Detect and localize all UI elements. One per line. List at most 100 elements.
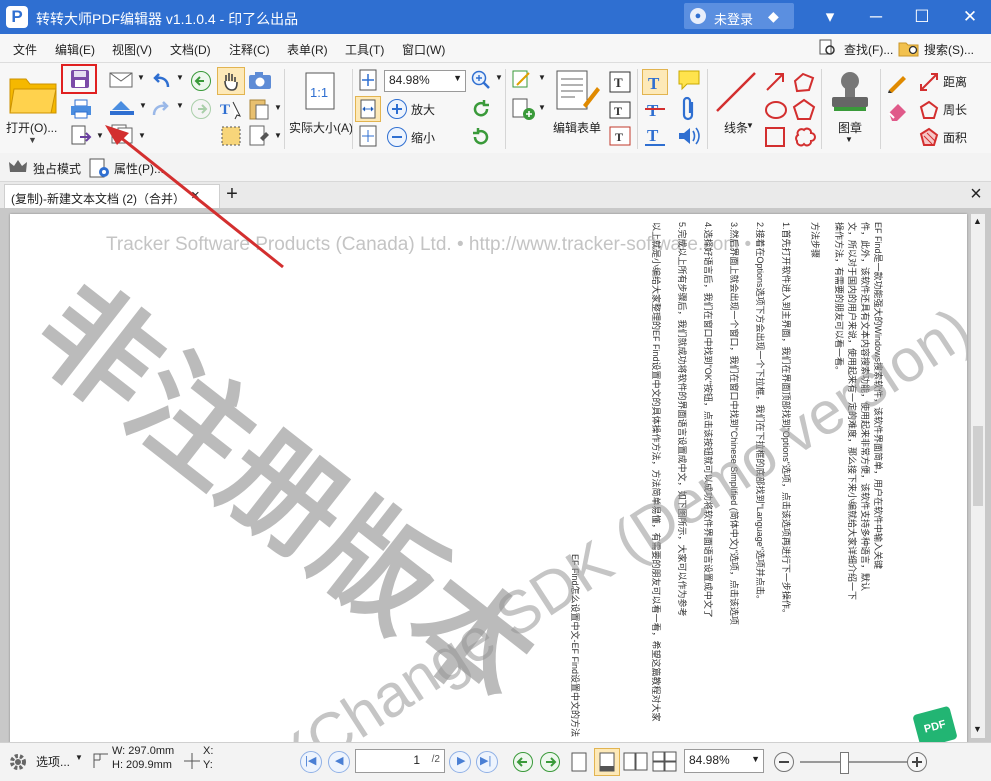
- callout-text-icon[interactable]: T: [608, 125, 632, 149]
- previous-page-button[interactable]: ◀: [328, 751, 350, 773]
- zoom-slider-track[interactable]: [800, 761, 908, 763]
- distance-icon[interactable]: [918, 71, 940, 93]
- scroll-up-icon[interactable]: ▲: [973, 216, 982, 226]
- gear-icon[interactable]: [8, 752, 28, 772]
- first-page-button[interactable]: |◀: [300, 751, 322, 773]
- ellipse-tool-icon[interactable]: [764, 99, 788, 121]
- chevron-down-icon[interactable]: ▼: [495, 73, 503, 82]
- scroll-down-icon[interactable]: ▼: [973, 724, 982, 734]
- email-icon[interactable]: [109, 71, 133, 89]
- typewriter-button[interactable]: T: [642, 69, 668, 95]
- edit-form-label[interactable]: 编辑表单: [553, 119, 601, 136]
- exclusive-mode-button[interactable]: 独占模式: [33, 160, 81, 177]
- chevron-down-icon[interactable]: ▼: [538, 73, 546, 82]
- chevron-down-icon[interactable]: ▼: [845, 135, 853, 144]
- stamp-icon[interactable]: [828, 69, 872, 113]
- menu-document[interactable]: 文档(D): [170, 41, 211, 58]
- hand-tool-button[interactable]: [217, 67, 245, 95]
- area-label[interactable]: 面积: [943, 129, 967, 146]
- pentagon-tool-icon[interactable]: [792, 98, 816, 122]
- chevron-down-icon[interactable]: ▼: [137, 73, 145, 82]
- single-page-icon[interactable]: [570, 751, 588, 773]
- pdf-page[interactable]: Tracker Software Products (Canada) Ltd. …: [10, 214, 967, 744]
- fit-width-button[interactable]: [355, 96, 381, 122]
- page-number-input[interactable]: 1 /2: [355, 749, 445, 773]
- menu-tools[interactable]: 工具(T): [345, 41, 384, 58]
- vertical-scrollbar[interactable]: ▲ ▼: [971, 214, 985, 738]
- printer-icon[interactable]: [70, 99, 92, 119]
- close-window-button[interactable]: ✕: [952, 0, 988, 34]
- chevron-down-icon[interactable]: ▼: [176, 101, 184, 110]
- perimeter-icon[interactable]: [918, 99, 940, 121]
- stamp-label[interactable]: 图章: [838, 119, 862, 136]
- menu-form[interactable]: 表单(R): [287, 41, 328, 58]
- chevron-down-icon[interactable]: ▼: [28, 135, 37, 145]
- undo-icon[interactable]: [150, 71, 172, 91]
- back-arrow-icon[interactable]: [190, 70, 212, 92]
- last-page-button[interactable]: ▶|: [476, 751, 498, 773]
- ink-fill-icon[interactable]: [109, 98, 135, 116]
- zoom-select[interactable]: 84.98% ▼: [384, 70, 466, 92]
- status-zoom-select[interactable]: 84.98% ▼: [684, 749, 764, 773]
- zoom-out-label[interactable]: 缩小: [411, 129, 435, 146]
- text-box-icon[interactable]: T: [608, 98, 632, 122]
- menu-dropdown-button[interactable]: ▾: [812, 0, 848, 34]
- actual-size-label[interactable]: 实际大小(A): [289, 119, 353, 136]
- zoom-out-icon[interactable]: [386, 126, 408, 148]
- edit-form-icon[interactable]: [555, 69, 601, 113]
- find-button[interactable]: 查找(F)...: [818, 38, 896, 58]
- arrow-tool-icon[interactable]: [764, 71, 786, 93]
- line-label[interactable]: 线条: [724, 119, 748, 136]
- document-export-icon[interactable]: [70, 125, 92, 147]
- perimeter-label[interactable]: 周长: [943, 101, 967, 118]
- underline-icon[interactable]: T: [644, 125, 666, 147]
- close-document-button[interactable]: ×: [965, 183, 987, 205]
- actual-size-icon[interactable]: 1:1: [304, 71, 336, 111]
- continuous-view-button[interactable]: [594, 748, 620, 776]
- zoom-in-label[interactable]: 放大: [411, 101, 435, 118]
- polygon-line-icon[interactable]: [792, 71, 816, 93]
- chevron-down-icon[interactable]: ▼: [538, 103, 546, 112]
- magnifier-icon[interactable]: [470, 69, 492, 91]
- zoom-in-icon[interactable]: [386, 98, 408, 120]
- status-zoom-out-icon[interactable]: [773, 751, 795, 773]
- history-forward-icon[interactable]: [539, 751, 561, 773]
- continuous-facing-icon[interactable]: [652, 751, 678, 773]
- status-zoom-in-icon[interactable]: [906, 751, 928, 773]
- chevron-down-icon[interactable]: ▼: [176, 73, 184, 82]
- pencil-icon[interactable]: [886, 71, 910, 93]
- menu-view[interactable]: 视图(V): [112, 41, 152, 58]
- eraser-icon[interactable]: [886, 99, 910, 121]
- open-folder-icon[interactable]: [8, 71, 58, 115]
- menu-edit[interactable]: 编辑(E): [55, 41, 95, 58]
- fit-visible-icon[interactable]: [358, 125, 378, 147]
- sticky-note-icon[interactable]: [677, 69, 701, 91]
- line-tool-icon[interactable]: [713, 69, 759, 115]
- next-page-button[interactable]: ▶: [449, 751, 471, 773]
- text-field-icon[interactable]: T: [608, 70, 632, 94]
- history-back-icon[interactable]: [512, 751, 534, 773]
- camera-icon[interactable]: [248, 70, 272, 90]
- rotate-left-icon[interactable]: [470, 126, 492, 148]
- rotate-right-icon[interactable]: [470, 98, 492, 120]
- paperclip-icon[interactable]: [679, 96, 699, 122]
- open-label[interactable]: 打开(O)...: [6, 119, 57, 136]
- menu-comment[interactable]: 注释(C): [229, 41, 270, 58]
- page-rearrange-icon[interactable]: [511, 69, 533, 91]
- fit-page-icon[interactable]: [358, 69, 378, 91]
- facing-pages-icon[interactable]: [623, 751, 649, 773]
- zoom-slider-handle[interactable]: [840, 752, 849, 774]
- menu-window[interactable]: 窗口(W): [402, 41, 445, 58]
- rectangle-tool-icon[interactable]: [764, 126, 786, 148]
- chevron-down-icon[interactable]: ▼: [75, 753, 83, 762]
- sound-icon[interactable]: [677, 125, 701, 147]
- options-dropdown[interactable]: 选项...: [36, 753, 70, 770]
- minimize-button[interactable]: ─: [858, 0, 894, 34]
- menu-file[interactable]: 文件: [13, 41, 37, 58]
- insert-page-icon[interactable]: [511, 97, 537, 123]
- cloud-tool-icon[interactable]: [792, 125, 816, 149]
- chevron-down-icon[interactable]: ▼: [274, 103, 282, 112]
- search-button[interactable]: 搜索(S)...: [898, 38, 984, 58]
- scrollbar-thumb[interactable]: [973, 426, 983, 506]
- user-login-button[interactable]: ● 未登录 ◆: [684, 3, 794, 29]
